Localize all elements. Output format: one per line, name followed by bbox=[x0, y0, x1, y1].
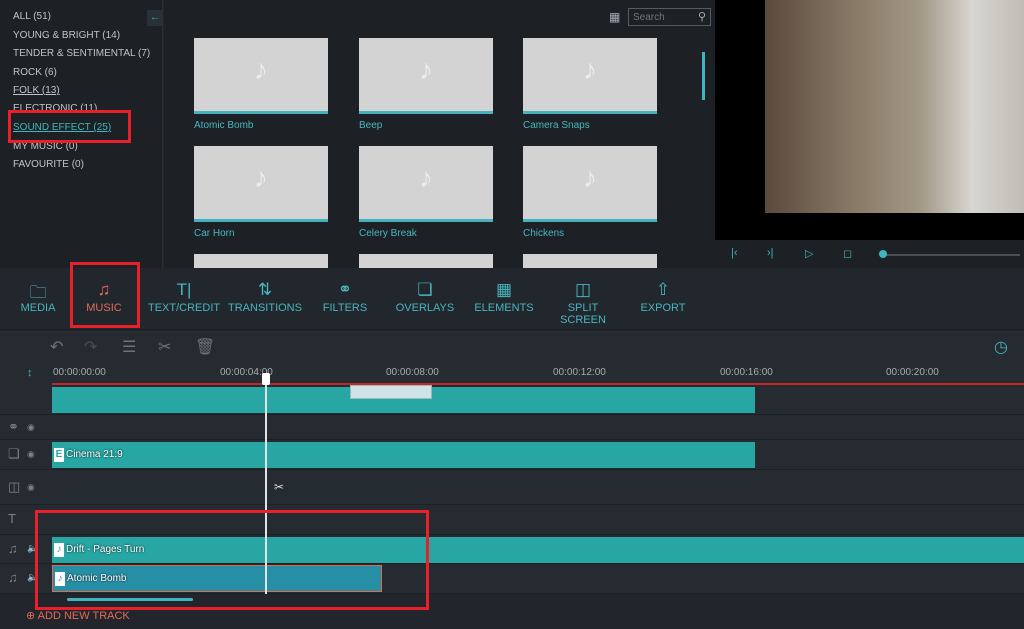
tile-label: Beep bbox=[359, 120, 383, 131]
zoom-fit-icon[interactable]: ↕ bbox=[27, 367, 33, 379]
tool-elements[interactable]: ▦ ELEMENTS bbox=[474, 280, 534, 314]
eye-icon[interactable]: ◉ bbox=[27, 422, 35, 433]
tool-overlays[interactable]: ❏ OVERLAYS bbox=[395, 280, 455, 314]
eye-icon[interactable]: ◉ bbox=[27, 482, 35, 493]
scrollbar[interactable] bbox=[702, 52, 705, 100]
slider-handle[interactable] bbox=[879, 250, 887, 258]
plus-circle-icon: ⊕ bbox=[26, 610, 36, 622]
music-tile[interactable] bbox=[523, 254, 657, 268]
music-note-icon: ♪ bbox=[583, 54, 597, 85]
progress-slider[interactable] bbox=[880, 254, 1020, 256]
music-track-icon: ♫ bbox=[8, 570, 18, 585]
text-track-icon: T bbox=[8, 511, 16, 526]
stop-icon[interactable]: ◻ bbox=[843, 247, 852, 260]
category-tender[interactable]: TENDER & SENTIMENTAL (7) bbox=[13, 48, 150, 59]
render-icon[interactable]: ◷ bbox=[994, 337, 1008, 357]
category-favourite[interactable]: FAVOURITE (0) bbox=[13, 159, 84, 170]
music-tile[interactable]: ♪ bbox=[359, 38, 493, 114]
search-icon[interactable]: ⚲ bbox=[698, 10, 706, 23]
element-badge-icon: E bbox=[54, 448, 64, 462]
music-note-icon: ♪ bbox=[254, 162, 268, 193]
category-folk[interactable]: FOLK (13) bbox=[13, 85, 60, 96]
text-icon: T| bbox=[176, 280, 192, 299]
tile-label: Celery Break bbox=[359, 228, 417, 239]
ruler-label: 00:00:12:00 bbox=[553, 367, 606, 378]
music-note-icon: ♪ bbox=[419, 162, 433, 193]
ruler-label: 00:00:20:00 bbox=[886, 367, 939, 378]
transitions-icon: ⇅ bbox=[257, 280, 273, 299]
add-track-button[interactable]: ⊕ ADD NEW TRACK bbox=[26, 609, 130, 622]
music-tile[interactable]: ♪ bbox=[359, 146, 493, 222]
music-note-icon: ♪ bbox=[254, 54, 268, 85]
highlight-box bbox=[70, 262, 140, 328]
filters-icon: ⚭ bbox=[337, 280, 353, 299]
filters-track-icon: ⚭ bbox=[8, 419, 19, 434]
eye-icon[interactable]: ◉ bbox=[27, 449, 35, 460]
split-screen-icon: ◫ bbox=[574, 280, 592, 299]
timeline-toolbar: ↶ ↷ ☰ ✂ 🗑 ◷ bbox=[0, 331, 1024, 365]
overlay-track: ❏ ◉ E Cinema 21:9 bbox=[0, 440, 1024, 470]
category-rock[interactable]: ROCK (6) bbox=[13, 67, 57, 78]
ruler-label: 00:00:08:00 bbox=[386, 367, 439, 378]
video-preview bbox=[765, 0, 1024, 213]
music-tile[interactable]: ♪ bbox=[523, 38, 657, 114]
tile-label: Chickens bbox=[523, 228, 565, 239]
overlay-clip[interactable]: E Cinema 21:9 bbox=[52, 442, 755, 468]
element-track-icon: ◫ bbox=[8, 479, 21, 494]
tool-export[interactable]: ⇧ EXPORT bbox=[638, 280, 688, 314]
tool-text-credit[interactable]: T| TEXT/CREDIT bbox=[148, 280, 220, 314]
element-track: ◫ ◉ ✂ bbox=[0, 470, 1024, 505]
overlays-icon: ❏ bbox=[417, 280, 433, 299]
category-all[interactable]: ALL (51) bbox=[13, 11, 51, 22]
highlight-box bbox=[35, 510, 429, 610]
skip-back-icon[interactable]: |‹ bbox=[731, 247, 738, 259]
playback-controls: |‹ ›| ▷ ◻ bbox=[715, 240, 1024, 268]
music-tile[interactable]: ♪ bbox=[194, 146, 328, 222]
music-track-icon: ♫ bbox=[8, 541, 18, 556]
video-track bbox=[0, 385, 1024, 415]
category-young-bright[interactable]: YOUNG & BRIGHT (14) bbox=[13, 30, 120, 41]
music-tile[interactable]: ♪ bbox=[194, 38, 328, 114]
transition-marker[interactable] bbox=[350, 385, 432, 399]
highlight-box bbox=[8, 110, 131, 143]
tile-label: Car Horn bbox=[194, 228, 235, 239]
music-tile[interactable] bbox=[194, 254, 328, 268]
music-grid: ♪ Atomic Bomb ♪ Beep ♪ Camera Snaps ♪ Ca… bbox=[164, 0, 715, 268]
step-icon[interactable]: ›| bbox=[767, 247, 774, 259]
tool-media[interactable]: 🗀 MEDIA bbox=[18, 280, 58, 314]
music-tile[interactable]: ♪ bbox=[523, 146, 657, 222]
export-icon: ⇧ bbox=[655, 280, 671, 299]
music-note-icon: ♪ bbox=[419, 54, 433, 85]
grid-view-icon[interactable]: ▦ bbox=[609, 10, 620, 24]
folder-icon: 🗀 bbox=[29, 283, 47, 302]
music-tile[interactable] bbox=[359, 254, 493, 268]
tile-label: Atomic Bomb bbox=[194, 120, 254, 131]
ruler-label: 00:00:16:00 bbox=[720, 367, 773, 378]
redo-icon[interactable]: ↷ bbox=[84, 337, 97, 357]
play-icon[interactable]: ▷ bbox=[805, 247, 813, 260]
delete-icon[interactable]: 🗑 bbox=[195, 337, 215, 357]
scissors-cursor-icon: ✂ bbox=[274, 480, 285, 494]
adjust-icon[interactable]: ☰ bbox=[122, 337, 136, 357]
tool-transitions[interactable]: ⇅ TRANSITIONS bbox=[226, 280, 304, 314]
effects-track: ⚭ ◉ bbox=[0, 415, 1024, 440]
overlay-track-icon: ❏ bbox=[8, 446, 20, 461]
tile-label: Camera Snaps bbox=[523, 120, 590, 131]
collapse-panel-button[interactable]: ← bbox=[147, 10, 163, 26]
main-toolbar: 🗀 MEDIA ♫ MUSIC T| TEXT/CREDIT ⇅ TRANSITIONS… bbox=[0, 270, 1024, 330]
time-ruler[interactable]: ↕ 00:00:00:00 00:00:04:00 00:00:08:00 00… bbox=[0, 365, 1024, 385]
playhead-handle[interactable] bbox=[262, 373, 270, 385]
ruler-label: 00:00:00:00 bbox=[53, 367, 106, 378]
cut-icon[interactable]: ✂ bbox=[158, 337, 171, 357]
music-note-icon: ♪ bbox=[583, 162, 597, 193]
tool-split-screen[interactable]: ◫ SPLIT SCREEN bbox=[544, 280, 622, 326]
undo-icon[interactable]: ↶ bbox=[50, 337, 63, 357]
tool-filters[interactable]: ⚭ FILTERS bbox=[322, 280, 368, 314]
elements-icon: ▦ bbox=[495, 280, 513, 299]
